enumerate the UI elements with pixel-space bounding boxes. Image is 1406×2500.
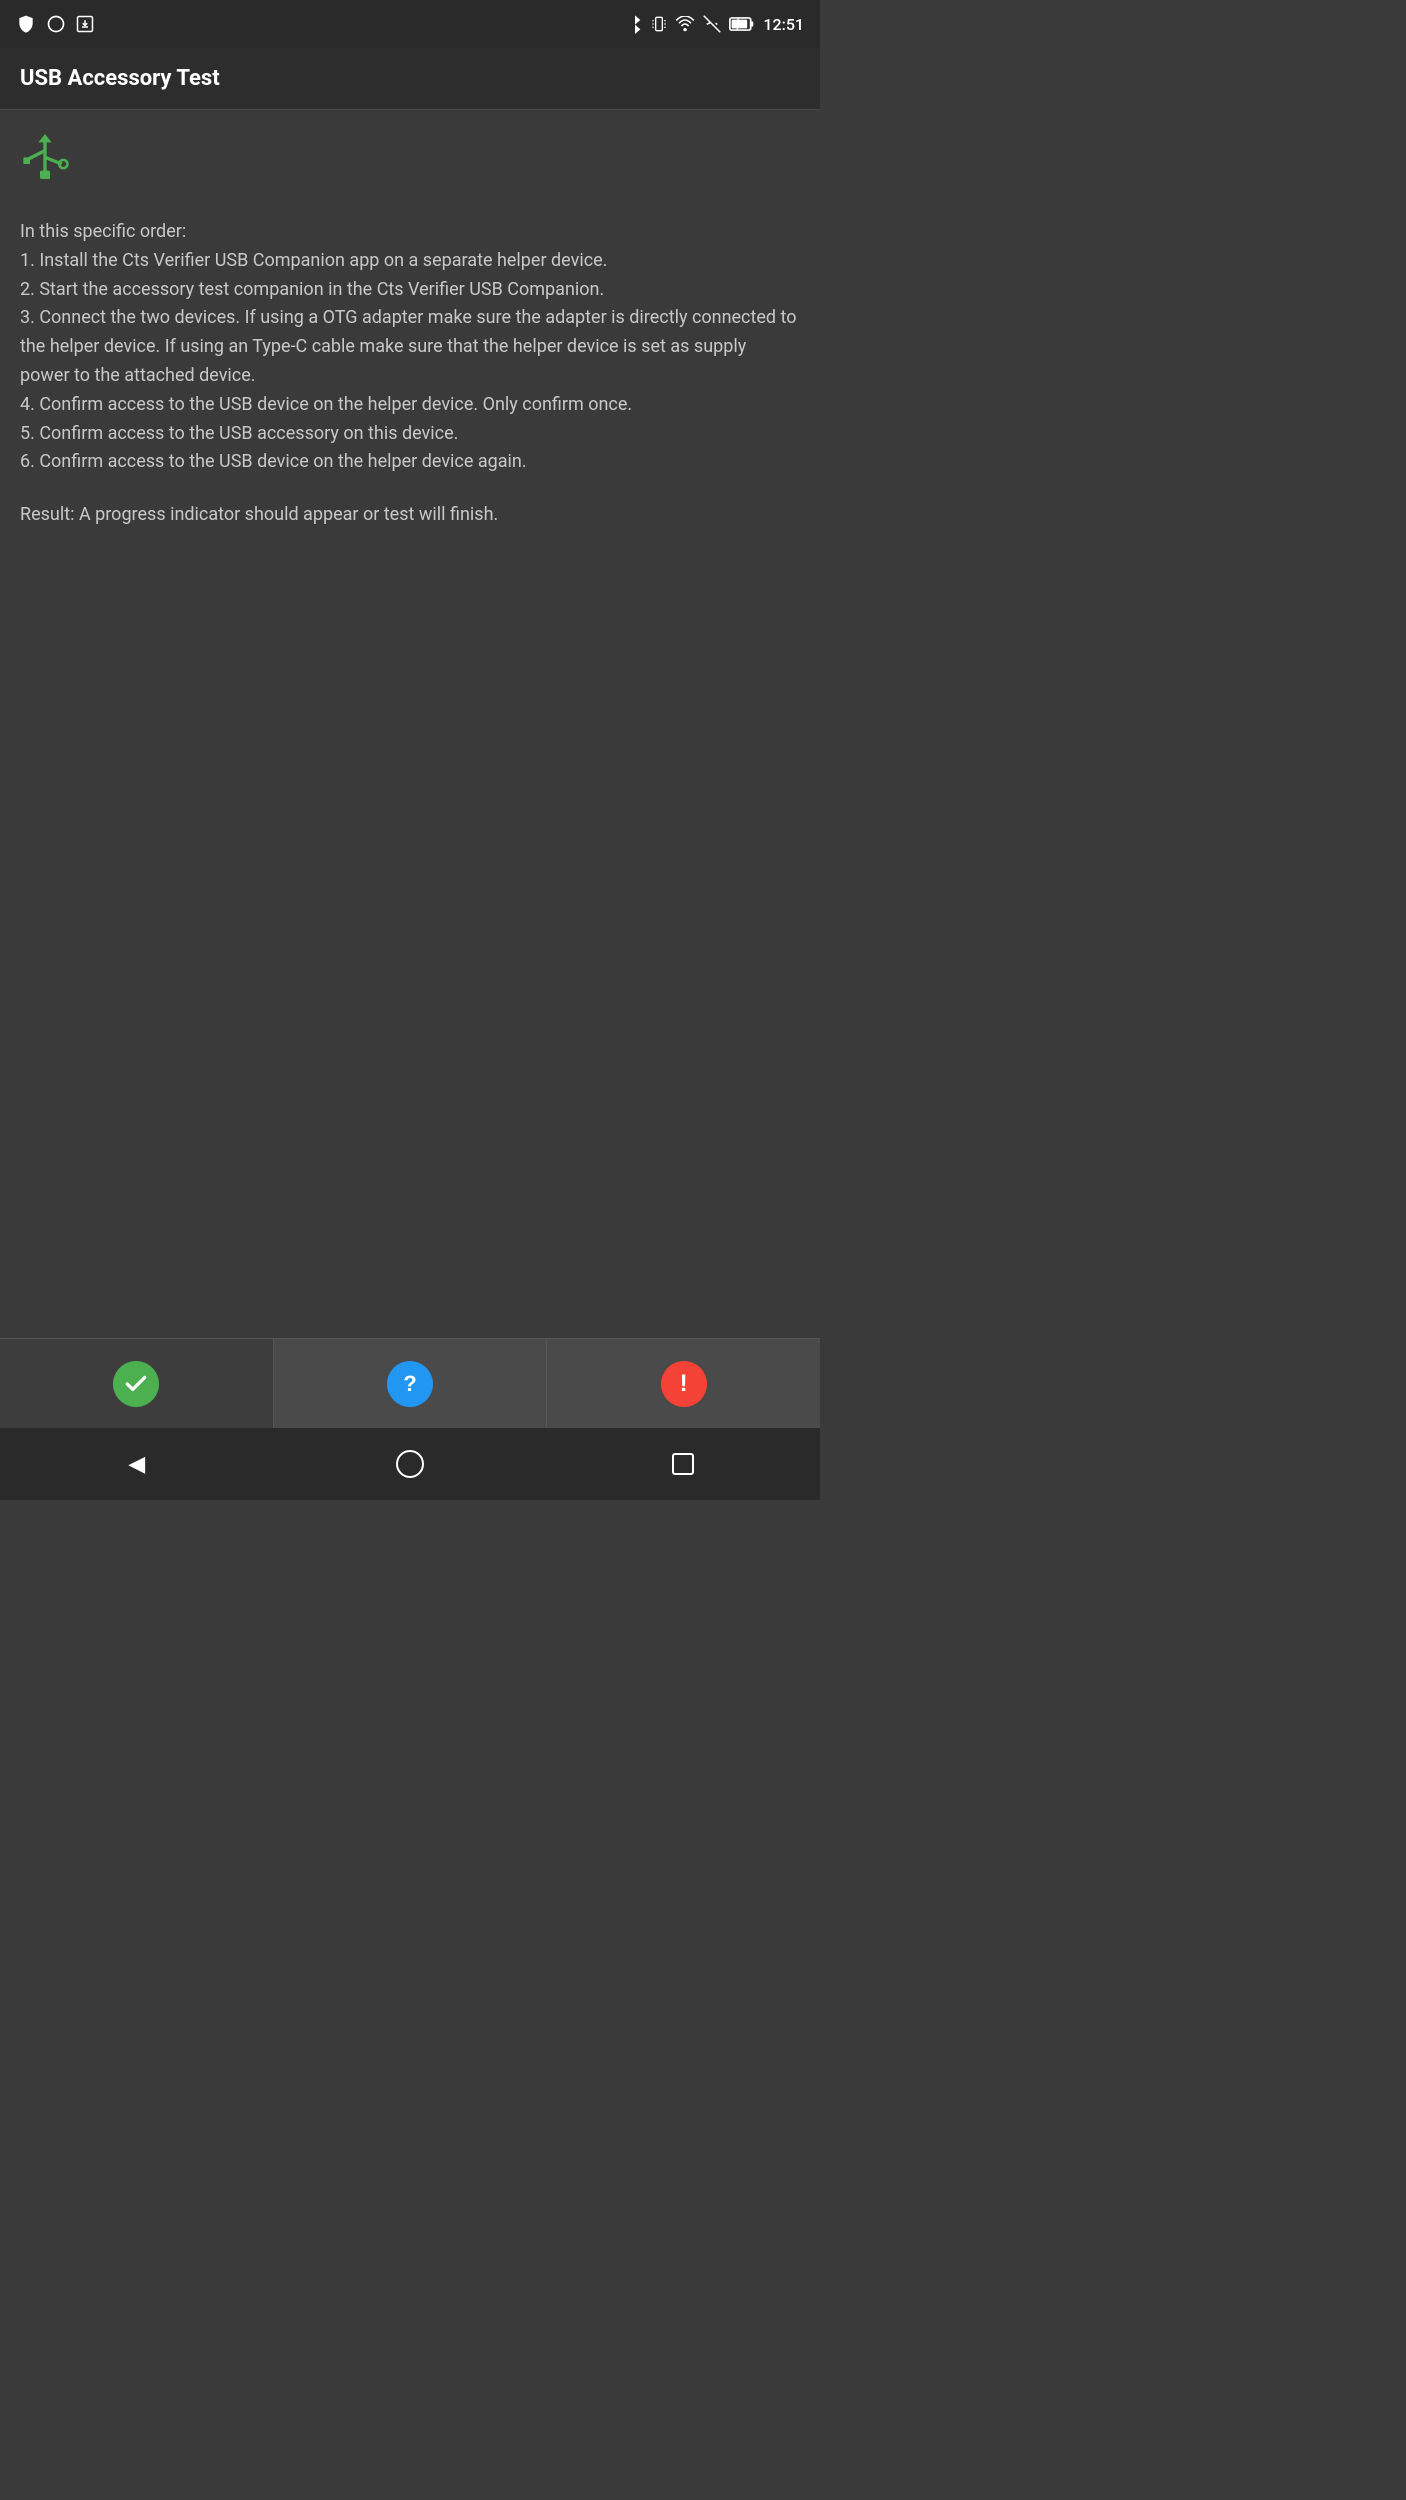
status-bar-right-icons: 12:51 <box>627 14 804 34</box>
recent-square-icon <box>672 1453 694 1475</box>
status-time: 12:51 <box>763 15 804 34</box>
status-bar: 12:51 <box>0 0 820 48</box>
main-content: In this specific order:1. Install the Ct… <box>0 110 820 1338</box>
fail-button[interactable]: ! <box>547 1339 820 1428</box>
status-bar-left-icons <box>16 14 94 34</box>
page-title: USB Accessory Test <box>20 66 220 91</box>
bottom-action-bar: ? ! <box>0 1338 820 1428</box>
back-button[interactable]: ◀ <box>113 1440 161 1488</box>
recent-button[interactable] <box>659 1440 707 1488</box>
home-button[interactable] <box>386 1440 434 1488</box>
result-text: Result: A progress indicator should appe… <box>20 501 800 530</box>
shield-icon <box>16 14 36 34</box>
download-icon <box>76 15 94 33</box>
system-nav-bar: ◀ <box>0 1428 820 1500</box>
fail-icon: ! <box>661 1361 707 1407</box>
vibrate-icon <box>651 14 667 34</box>
usb-icon <box>20 134 800 194</box>
info-icon: ? <box>387 1361 433 1407</box>
instructions-text: In this specific order:1. Install the Ct… <box>20 218 800 477</box>
pass-button[interactable] <box>0 1339 274 1428</box>
home-circle-icon <box>396 1450 424 1478</box>
wifi-icon <box>675 16 695 32</box>
info-button[interactable]: ? <box>274 1339 548 1428</box>
pass-icon <box>113 1361 159 1407</box>
bluetooth-icon <box>627 14 643 34</box>
circle-icon <box>46 14 66 34</box>
toolbar: USB Accessory Test <box>0 48 820 110</box>
signal-icon <box>703 15 721 33</box>
battery-icon <box>729 16 755 32</box>
